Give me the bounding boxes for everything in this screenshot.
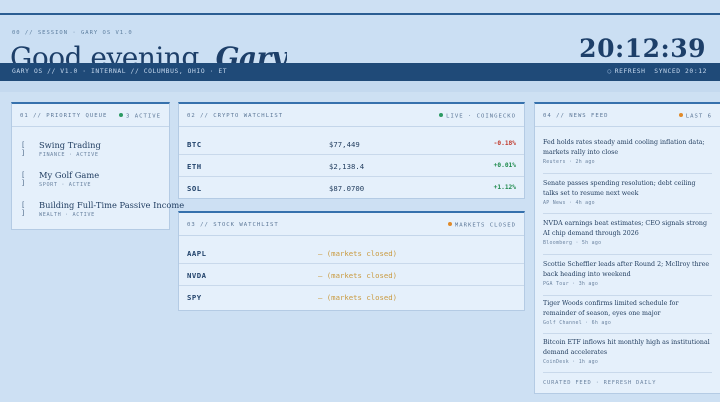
news-source: CoinDesk · 1h ago: [543, 359, 599, 366]
news-headline: Senate passes spending resolution; debt …: [543, 180, 696, 197]
watchlist-row[interactable]: ETH $2,138.4 +0.01%: [179, 155, 524, 177]
price-placeholder: — (markets closed): [318, 249, 398, 258]
news-item[interactable]: NVDA earnings beat estimates; CEO signal…: [543, 219, 712, 246]
status-badge: 3 ACTIVE: [119, 113, 161, 120]
symbol: AAPL: [187, 249, 207, 258]
session-label: 00 // SESSION · GARY OS V1.0: [12, 30, 133, 36]
price: $2,138.4: [329, 162, 365, 171]
news-item[interactable]: Fed holds rates steady amid cooling infl…: [543, 138, 712, 165]
refresh-label: REFRESH: [614, 68, 646, 75]
panel-title: 02 // CRYPTO WATCHLIST: [187, 113, 284, 119]
watchlist-row[interactable]: BTC $77,449 -0.18%: [179, 133, 524, 155]
price-placeholder: — (markets closed): [318, 271, 398, 280]
news-headline: Tiger Woods confirms limited schedule fo…: [543, 300, 679, 317]
panel-title: 01 // PRIORITY QUEUE: [20, 113, 108, 119]
news-headline: NVDA earnings beat estimates; CEO signal…: [543, 220, 707, 237]
queue-item-title: Swing Trading: [39, 140, 101, 150]
closed-dot-icon: [447, 222, 452, 226]
queue-item-meta: SPORT · ACTIVE: [39, 182, 92, 188]
price: $77,449: [329, 140, 360, 149]
priority-queue-panel: 01 // PRIORITY QUEUE 3 ACTIVE [ ] Swing …: [11, 102, 184, 230]
divider: [543, 372, 712, 373]
news-source: Golf Channel · 6h ago: [543, 320, 612, 327]
symbol: SPY: [187, 293, 202, 302]
queue-item-title: Building Full-Time Passive Income: [39, 200, 185, 210]
checkbox[interactable]: [ ]: [21, 141, 25, 157]
change: +0.01%: [493, 162, 516, 169]
refresh-status: ○ REFRESH SYNCED 20:12: [607, 68, 707, 75]
watchlist-row[interactable]: SPY — (markets closed): [179, 286, 524, 308]
change: +1.12%: [493, 184, 516, 191]
status-badge: LIVE · COINGECKO: [439, 113, 516, 120]
symbol: BTC: [187, 140, 202, 149]
change: -0.18%: [493, 140, 516, 147]
price: $87.0700: [329, 184, 365, 193]
user-name: Gary: [215, 41, 287, 64]
system-info: GARY OS // V1.0 · INTERNAL // COLUMBUS, …: [12, 68, 228, 75]
checkbox[interactable]: [ ]: [21, 171, 25, 187]
news-feed-panel: 04 // NEWS FEED LAST 6 Fed holds rates s…: [534, 102, 720, 394]
symbol: SOL: [187, 184, 202, 193]
news-source: PGA Tour · 3h ago: [543, 281, 599, 288]
news-item[interactable]: Scottie Scheffler leads after Round 2; M…: [543, 260, 712, 287]
panel-header: 04 // NEWS FEED LAST 6: [535, 104, 720, 127]
news-source: Reuters · 2h ago: [543, 159, 595, 166]
panel-title: 04 // NEWS FEED: [543, 113, 609, 119]
divider: [543, 173, 712, 174]
refresh-icon: ○: [607, 68, 612, 75]
news-source: Bloomberg · 5h ago: [543, 240, 602, 247]
greeting-text: Good evening,: [10, 41, 208, 64]
symbol: NVDA: [187, 271, 207, 280]
divider: [543, 295, 712, 296]
checkbox[interactable]: [ ]: [21, 201, 25, 217]
divider: [543, 333, 712, 334]
status-text: LIVE · COINGECKO: [446, 113, 516, 120]
feed-dot-icon: [678, 113, 683, 117]
clock: 20:12:39: [579, 34, 706, 63]
status-text: 3 ACTIVE: [126, 113, 161, 120]
live-dot-icon: [439, 113, 444, 117]
status-badge: LAST 6: [678, 113, 712, 120]
watchlist-row[interactable]: AAPL — (markets closed): [179, 242, 524, 264]
status-dot-icon: [119, 113, 124, 117]
stock-watchlist-panel: 03 // STOCK WATCHLIST MARKETS CLOSED AAP…: [178, 211, 525, 311]
panel-header: 01 // PRIORITY QUEUE 3 ACTIVE: [12, 104, 169, 127]
sub-band: [0, 81, 720, 92]
status-text: MARKETS CLOSED: [454, 222, 516, 229]
news-headline: Fed holds rates steady amid cooling infl…: [543, 139, 705, 156]
crypto-watchlist-panel: 02 // CRYPTO WATCHLIST LIVE · COINGECKO …: [178, 102, 525, 199]
status-badge: MARKETS CLOSED: [447, 222, 516, 229]
panel-header: 02 // CRYPTO WATCHLIST LIVE · COINGECKO: [179, 104, 524, 127]
news-item[interactable]: Bitcoin ETF inflows hit monthly high as …: [543, 338, 712, 365]
news-item[interactable]: Tiger Woods confirms limited schedule fo…: [543, 299, 712, 326]
refresh-button[interactable]: ○ REFRESH: [607, 68, 645, 75]
news-source: AP News · 4h ago: [543, 200, 595, 207]
status-text: LAST 6: [685, 113, 712, 120]
news-headline: Bitcoin ETF inflows hit monthly high as …: [543, 339, 710, 356]
synced-time: SYNCED 20:12: [654, 68, 707, 75]
divider: [543, 213, 712, 214]
divider: [543, 254, 712, 255]
panel-header: 03 // STOCK WATCHLIST MARKETS CLOSED: [179, 213, 524, 236]
watchlist-row[interactable]: SOL $87.0700 +1.12%: [179, 177, 524, 199]
price-placeholder: — (markets closed): [318, 293, 398, 302]
symbol: ETH: [187, 162, 202, 171]
panel-title: 03 // STOCK WATCHLIST: [187, 222, 279, 228]
queue-item-meta: WEALTH · ACTIVE: [39, 212, 95, 218]
news-headline: Scottie Scheffler leads after Round 2; M…: [543, 261, 710, 278]
queue-item-meta: FINANCE · ACTIVE: [39, 152, 99, 158]
greeting: Good evening, Gary: [10, 38, 287, 64]
watchlist-row[interactable]: NVDA — (markets closed): [179, 264, 524, 286]
queue-item-title: My Golf Game: [39, 170, 100, 180]
feed-footer: CURATED FEED · REFRESH DAILY: [543, 380, 657, 386]
news-item[interactable]: Senate passes spending resolution; debt …: [543, 179, 712, 206]
status-bar: GARY OS // V1.0 · INTERNAL // COLUMBUS, …: [0, 63, 720, 81]
